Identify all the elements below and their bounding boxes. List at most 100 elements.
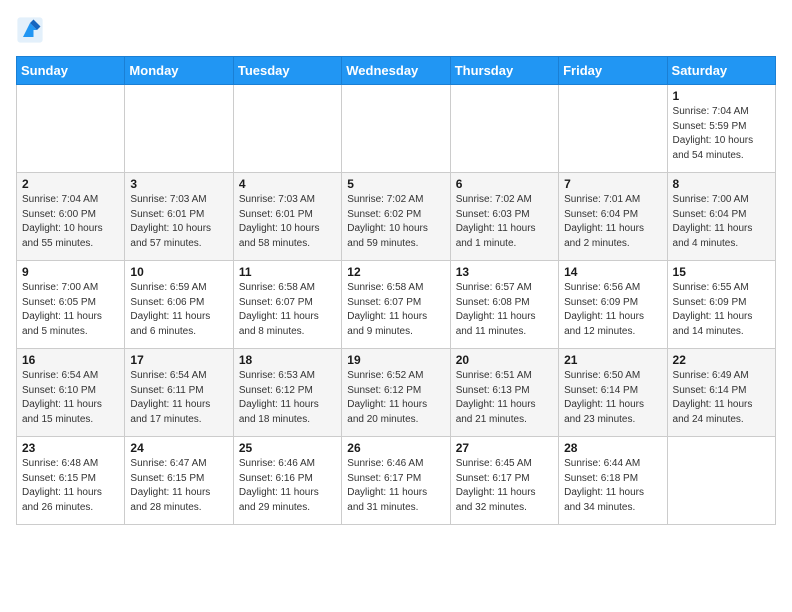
calendar-cell: 2 Sunrise: 7:04 AM Sunset: 6:00 PM Daylig…	[17, 173, 125, 261]
calendar-cell: 20 Sunrise: 6:51 AM Sunset: 6:13 PM Dayli…	[450, 349, 558, 437]
day-info: Sunrise: 6:46 AM Sunset: 6:17 PM Dayligh…	[347, 457, 444, 515]
calendar-cell: 1 Sunrise: 7:04 AM Sunset: 5:59 PM Daylig…	[667, 85, 775, 173]
calendar-cell: 28 Sunrise: 6:44 AM Sunset: 6:18 PM Dayli…	[559, 437, 667, 525]
day-info: Sunrise: 6:55 AM Sunset: 6:09 PM Dayligh…	[673, 281, 770, 339]
calendar-cell: 10Sunrise: 6:59 AM Sunset: 6:06 PM Dayli…	[125, 261, 233, 349]
day-info: Sunrise: 7:03 AM Sunset: 6:01 PM Dayligh…	[239, 193, 336, 251]
calendar-cell: 27Sunrise: 6:45 AM Sunset: 6:17 PM Dayli…	[450, 437, 558, 525]
day-number: 2	[22, 177, 119, 191]
calendar-cell: 3 Sunrise: 7:03 AM Sunset: 6:01 PM Daylig…	[125, 173, 233, 261]
calendar-cell	[17, 85, 125, 173]
day-info: Sunrise: 7:02 AM Sunset: 6:02 PM Dayligh…	[347, 193, 444, 251]
calendar-cell: 24Sunrise: 6:47 AM Sunset: 6:15 PM Dayli…	[125, 437, 233, 525]
calendar-cell: 17 Sunrise: 6:54 AM Sunset: 6:11 PM Dayli…	[125, 349, 233, 437]
day-number: 15	[673, 265, 770, 279]
day-number: 6	[456, 177, 553, 191]
day-number: 11	[239, 265, 336, 279]
day-info: Sunrise: 6:52 AM Sunset: 6:12 PM Dayligh…	[347, 369, 444, 427]
weekday-header-monday: Monday	[125, 57, 233, 85]
calendar-cell	[667, 437, 775, 525]
day-info: Sunrise: 7:02 AM Sunset: 6:03 PM Dayligh…	[456, 193, 553, 251]
day-number: 23	[22, 441, 119, 455]
day-number: 27	[456, 441, 553, 455]
day-info: Sunrise: 6:48 AM Sunset: 6:15 PM Dayligh…	[22, 457, 119, 515]
calendar-cell	[342, 85, 450, 173]
calendar-cell: 12 Sunrise: 6:58 AM Sunset: 6:07 PM Dayli…	[342, 261, 450, 349]
calendar-cell: 26Sunrise: 6:46 AM Sunset: 6:17 PM Dayli…	[342, 437, 450, 525]
calendar-cell	[559, 85, 667, 173]
day-number: 12	[347, 265, 444, 279]
calendar-week-4: 16 Sunrise: 6:54 AM Sunset: 6:10 PM Dayli…	[17, 349, 776, 437]
weekday-header-saturday: Saturday	[667, 57, 775, 85]
day-info: Sunrise: 6:57 AM Sunset: 6:08 PM Dayligh…	[456, 281, 553, 339]
day-info: Sunrise: 6:51 AM Sunset: 6:13 PM Dayligh…	[456, 369, 553, 427]
day-number: 9	[22, 265, 119, 279]
logo-icon	[16, 16, 44, 44]
calendar-cell: 15 Sunrise: 6:55 AM Sunset: 6:09 PM Dayli…	[667, 261, 775, 349]
calendar-cell: 22 Sunrise: 6:49 AM Sunset: 6:14 PM Dayli…	[667, 349, 775, 437]
day-number: 28	[564, 441, 661, 455]
day-info: Sunrise: 6:47 AM Sunset: 6:15 PM Dayligh…	[130, 457, 227, 515]
day-info: Sunrise: 6:44 AM Sunset: 6:18 PM Dayligh…	[564, 457, 661, 515]
calendar-cell: 11Sunrise: 6:58 AM Sunset: 6:07 PM Dayli…	[233, 261, 341, 349]
calendar-cell: 16 Sunrise: 6:54 AM Sunset: 6:10 PM Dayli…	[17, 349, 125, 437]
calendar-cell: 25 Sunrise: 6:46 AM Sunset: 6:16 PM Dayli…	[233, 437, 341, 525]
day-number: 7	[564, 177, 661, 191]
day-number: 13	[456, 265, 553, 279]
calendar-header: SundayMondayTuesdayWednesdayThursdayFrid…	[17, 57, 776, 85]
calendar-cell	[450, 85, 558, 173]
day-number: 22	[673, 353, 770, 367]
calendar-week-3: 9 Sunrise: 7:00 AM Sunset: 6:05 PM Daylig…	[17, 261, 776, 349]
day-number: 14	[564, 265, 661, 279]
logo	[16, 16, 48, 44]
day-info: Sunrise: 7:01 AM Sunset: 6:04 PM Dayligh…	[564, 193, 661, 251]
calendar-cell: 6 Sunrise: 7:02 AM Sunset: 6:03 PM Daylig…	[450, 173, 558, 261]
page-header	[16, 16, 776, 44]
calendar-cell: 9 Sunrise: 7:00 AM Sunset: 6:05 PM Daylig…	[17, 261, 125, 349]
calendar-cell: 7 Sunrise: 7:01 AM Sunset: 6:04 PM Daylig…	[559, 173, 667, 261]
day-info: Sunrise: 7:00 AM Sunset: 6:05 PM Dayligh…	[22, 281, 119, 339]
weekday-header-sunday: Sunday	[17, 57, 125, 85]
day-info: Sunrise: 7:04 AM Sunset: 6:00 PM Dayligh…	[22, 193, 119, 251]
calendar-cell	[125, 85, 233, 173]
weekday-header-wednesday: Wednesday	[342, 57, 450, 85]
weekday-header-thursday: Thursday	[450, 57, 558, 85]
day-number: 8	[673, 177, 770, 191]
day-number: 19	[347, 353, 444, 367]
day-number: 5	[347, 177, 444, 191]
day-info: Sunrise: 7:03 AM Sunset: 6:01 PM Dayligh…	[130, 193, 227, 251]
day-info: Sunrise: 6:54 AM Sunset: 6:11 PM Dayligh…	[130, 369, 227, 427]
day-info: Sunrise: 6:49 AM Sunset: 6:14 PM Dayligh…	[673, 369, 770, 427]
day-number: 1	[673, 89, 770, 103]
day-info: Sunrise: 7:00 AM Sunset: 6:04 PM Dayligh…	[673, 193, 770, 251]
day-info: Sunrise: 6:56 AM Sunset: 6:09 PM Dayligh…	[564, 281, 661, 339]
day-number: 20	[456, 353, 553, 367]
calendar-cell: 8 Sunrise: 7:00 AM Sunset: 6:04 PM Daylig…	[667, 173, 775, 261]
day-number: 3	[130, 177, 227, 191]
day-number: 21	[564, 353, 661, 367]
calendar-body: 1 Sunrise: 7:04 AM Sunset: 5:59 PM Daylig…	[17, 85, 776, 525]
day-info: Sunrise: 6:59 AM Sunset: 6:06 PM Dayligh…	[130, 281, 227, 339]
calendar-cell: 14 Sunrise: 6:56 AM Sunset: 6:09 PM Dayli…	[559, 261, 667, 349]
day-number: 25	[239, 441, 336, 455]
calendar-week-2: 2 Sunrise: 7:04 AM Sunset: 6:00 PM Daylig…	[17, 173, 776, 261]
calendar-cell: 13 Sunrise: 6:57 AM Sunset: 6:08 PM Dayli…	[450, 261, 558, 349]
day-info: Sunrise: 6:46 AM Sunset: 6:16 PM Dayligh…	[239, 457, 336, 515]
calendar-cell: 18 Sunrise: 6:53 AM Sunset: 6:12 PM Dayli…	[233, 349, 341, 437]
day-info: Sunrise: 7:04 AM Sunset: 5:59 PM Dayligh…	[673, 105, 770, 163]
day-info: Sunrise: 6:54 AM Sunset: 6:10 PM Dayligh…	[22, 369, 119, 427]
day-number: 16	[22, 353, 119, 367]
day-number: 18	[239, 353, 336, 367]
calendar-cell: 19 Sunrise: 6:52 AM Sunset: 6:12 PM Dayli…	[342, 349, 450, 437]
calendar-week-1: 1 Sunrise: 7:04 AM Sunset: 5:59 PM Daylig…	[17, 85, 776, 173]
calendar-cell	[233, 85, 341, 173]
day-number: 17	[130, 353, 227, 367]
day-info: Sunrise: 6:53 AM Sunset: 6:12 PM Dayligh…	[239, 369, 336, 427]
day-number: 4	[239, 177, 336, 191]
calendar-cell: 5 Sunrise: 7:02 AM Sunset: 6:02 PM Daylig…	[342, 173, 450, 261]
calendar-week-5: 23 Sunrise: 6:48 AM Sunset: 6:15 PM Dayli…	[17, 437, 776, 525]
weekday-header-tuesday: Tuesday	[233, 57, 341, 85]
calendar-cell: 4 Sunrise: 7:03 AM Sunset: 6:01 PM Daylig…	[233, 173, 341, 261]
calendar-cell: 21Sunrise: 6:50 AM Sunset: 6:14 PM Dayli…	[559, 349, 667, 437]
day-info: Sunrise: 6:58 AM Sunset: 6:07 PM Dayligh…	[347, 281, 444, 339]
